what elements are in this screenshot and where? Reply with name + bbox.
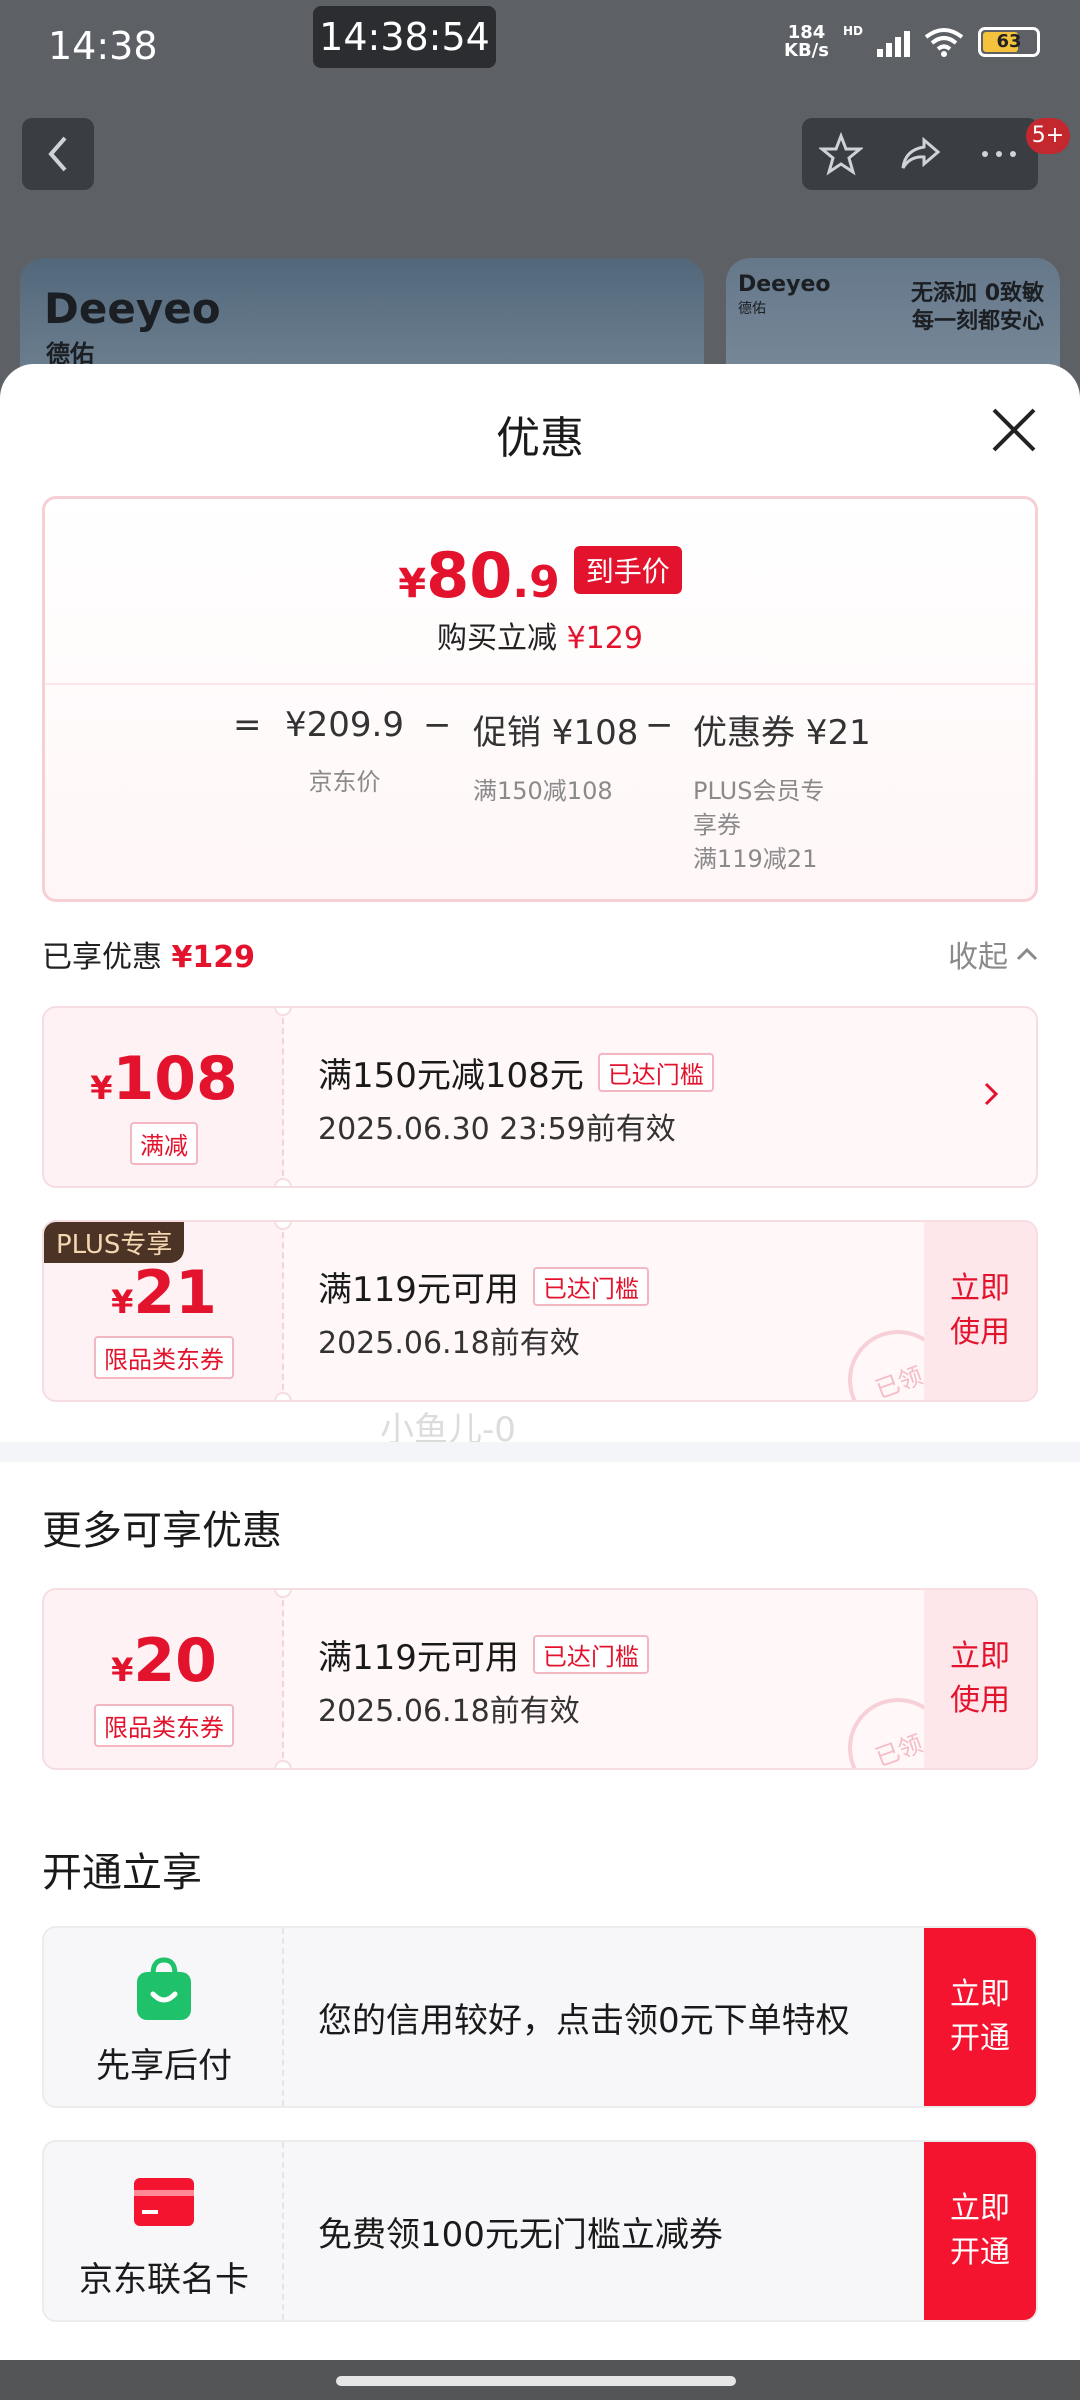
chevron-up-icon: [1016, 947, 1038, 961]
coupon-title: 满150元减108元 已达门槛: [318, 1048, 714, 1097]
clock-overlay: 14:38:54: [313, 6, 496, 68]
coupon-kind: 限品类东券: [44, 1336, 284, 1379]
coupon-validity: 2025.06.30 23:59前有效: [318, 1112, 676, 1147]
final-price-tag: 到手价: [573, 546, 682, 594]
status-time: 14:38: [48, 24, 158, 68]
pay-later-desc: 您的信用较好，点击领0元下单特权: [318, 2000, 850, 2041]
coupon-amount: ¥21: [111, 1258, 217, 1328]
coupon-validity: 2025.06.18前有效: [318, 1694, 580, 1729]
wifi-icon: [924, 27, 964, 57]
coupon-card[interactable]: ¥108 满减 满150元减108元 已达门槛 2025.06.30 23:59…: [42, 1006, 1038, 1188]
status-icons: 184 KB/s HD 63: [784, 24, 1040, 60]
price-summary-card: ¥ 80 .9 到手价 购买立减 ¥129 = ¥209.9 京东价 − 促销 …: [42, 496, 1038, 902]
promo-value: 促销 ¥108: [473, 713, 639, 753]
pay-later-card[interactable]: 先享后付 您的信用较好，点击领0元下单特权 立即 开通: [42, 1926, 1038, 2108]
more-icon[interactable]: [977, 132, 1021, 176]
close-icon: [992, 408, 1036, 452]
use-now-button[interactable]: 立即 使用: [924, 1590, 1036, 1768]
final-price-row: ¥ 80 .9 到手价: [45, 539, 1035, 612]
home-indicator[interactable]: [336, 2376, 736, 2386]
shopping-bag-icon: [137, 1957, 191, 2020]
status-bar: 14:38 14:38:54 184 KB/s HD 63: [0, 0, 1080, 90]
coupon-title: 满119元可用 已达门槛: [318, 1262, 649, 1311]
share-icon[interactable]: [898, 132, 942, 176]
banner2-brand-cn: 德佑: [738, 301, 766, 317]
jd-price-col: ¥209.9 京东价: [285, 705, 404, 799]
close-button[interactable]: [988, 404, 1040, 456]
equals-sign: =: [233, 705, 262, 745]
promo-col: 促销 ¥108 满150减108: [473, 705, 638, 808]
sheet-title: 优惠: [496, 413, 584, 464]
pay-later-name: 先享后付: [96, 2046, 232, 2086]
jd-price-label: 京东价: [308, 768, 381, 796]
discount-sheet: 优惠 ¥ 80 .9 到手价 购买立减 ¥129 = ¥209.9 京东价 −: [0, 364, 1080, 2360]
open-benefits-title: 开通立享: [42, 1850, 202, 1896]
open-now-button[interactable]: 立即 开通: [924, 1928, 1036, 2106]
back-button[interactable]: [22, 118, 94, 190]
coupon-kind: 满减: [44, 1122, 284, 1165]
divider: [45, 683, 1035, 685]
coupon-amount: ¥20: [111, 1626, 217, 1696]
co-branded-card-name: 京东联名卡: [79, 2260, 249, 2300]
background-page: 14:38 14:38:54 184 KB/s HD 63 5+ Deeyeo …: [0, 0, 1080, 458]
battery-icon: 63: [978, 27, 1040, 57]
banner2-brand: Deeyeo: [738, 272, 831, 297]
price-breakdown: = ¥209.9 京东价 − 促销 ¥108 满150减108 − 优惠券 ¥2…: [45, 705, 1035, 875]
coupon-kind: 限品类东券: [44, 1704, 284, 1747]
co-branded-card[interactable]: 京东联名卡 免费领100元无门槛立减券 立即 开通: [42, 2140, 1038, 2322]
top-action-group: [802, 118, 1038, 190]
minus-sign: −: [645, 705, 674, 745]
coupon-value: 优惠券 ¥21: [693, 713, 871, 753]
more-offers-title: 更多可享优惠: [42, 1508, 282, 1554]
banner2-slogan: 无添加 0致敏 每一刻都安心: [911, 281, 1044, 334]
reduce-row: 购买立减 ¥129: [437, 621, 643, 656]
message-badge: 5+: [1026, 118, 1070, 154]
star-icon[interactable]: [819, 132, 864, 176]
plus-exclusive-tag: PLUS专享: [44, 1222, 185, 1263]
threshold-reached-badge: 已达门槛: [532, 1267, 649, 1306]
network-speed: 184 KB/s: [784, 22, 829, 61]
banner-brand: Deeyeo: [44, 284, 221, 333]
threshold-reached-badge: 已达门槛: [532, 1635, 649, 1674]
minus-sign: −: [423, 705, 452, 745]
signal-icon: [877, 27, 910, 57]
threshold-reached-badge: 已达门槛: [597, 1053, 714, 1092]
credit-card-icon: [134, 2178, 194, 2226]
hd-label: HD: [842, 24, 863, 38]
coupon-col: 优惠券 ¥21 PLUS会员专 享券 满119减21: [693, 705, 871, 876]
enjoyed-discount-header: 已享优惠 ¥129: [42, 940, 256, 975]
coupon-card-plus[interactable]: PLUS专享 ¥21 限品类东券 满119元可用 已达门槛 2025.06.18…: [42, 1220, 1038, 1402]
section-separator: [0, 1442, 1080, 1462]
coupon-title: 满119元可用 已达门槛: [318, 1630, 649, 1679]
promo-label: 满150减108: [473, 777, 613, 805]
collapse-toggle[interactable]: 收起: [948, 932, 1038, 976]
coupon-amount: ¥108: [90, 1044, 238, 1114]
coupon-label: PLUS会员专 享券 满119减21: [693, 777, 825, 873]
chevron-left-icon: [48, 136, 67, 172]
open-now-button[interactable]: 立即 开通: [924, 2142, 1036, 2320]
final-price: ¥ 80 .9: [398, 539, 560, 612]
use-now-button[interactable]: 立即 使用: [924, 1222, 1036, 1400]
chevron-right-icon: [984, 1082, 999, 1106]
coupon-card[interactable]: ¥20 限品类东券 满119元可用 已达门槛 2025.06.18前有效 已领 …: [42, 1588, 1038, 1770]
coupon-validity: 2025.06.18前有效: [318, 1326, 580, 1361]
co-branded-card-desc: 免费领100元无门槛立减券: [318, 2214, 723, 2255]
jd-price: ¥209.9: [285, 705, 404, 745]
